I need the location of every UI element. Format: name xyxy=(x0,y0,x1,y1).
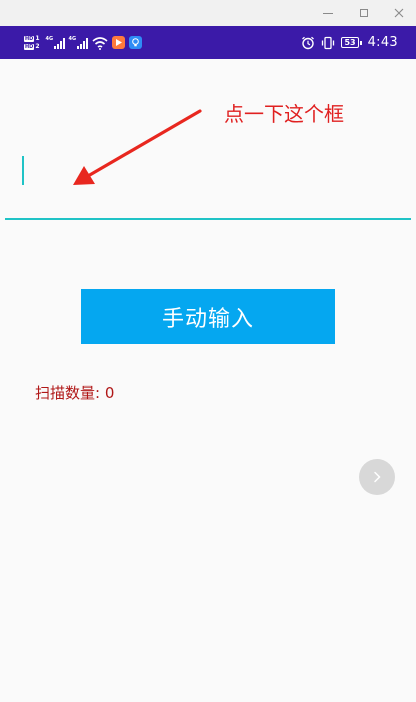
sim-number: 1 xyxy=(35,35,40,42)
network-type-label: 4G xyxy=(68,35,77,42)
window-maximize-button[interactable] xyxy=(346,0,382,26)
status-bar: HD 1 HD 2 4G 4G 53 4:43 xyxy=(0,26,416,59)
play-icon xyxy=(115,39,122,46)
bulb-icon xyxy=(131,38,139,47)
network-type-label: 4G xyxy=(45,35,54,42)
signal-icon: 4G xyxy=(68,35,88,49)
battery-level: 53 xyxy=(341,37,359,48)
signal-icon: 4G xyxy=(45,35,65,49)
manual-input-button[interactable]: 手动输入 xyxy=(81,289,335,344)
status-time: 4:43 xyxy=(367,35,398,50)
annotation-label: 点一下这个框 xyxy=(224,102,344,126)
battery-indicator: 53 xyxy=(341,37,362,48)
scan-count-label: 扫描数量: xyxy=(35,384,101,402)
status-bar-right: 53 4:43 xyxy=(301,26,398,59)
battery-tip xyxy=(359,40,362,45)
status-bar-left: HD 1 HD 2 4G 4G xyxy=(24,26,142,59)
minimize-icon xyxy=(323,12,333,14)
scan-count: 扫描数量: 0 xyxy=(35,382,114,403)
app-notification-icon xyxy=(128,36,142,49)
window-titlebar xyxy=(0,0,416,26)
next-button[interactable] xyxy=(359,459,395,495)
hd-label: HD xyxy=(24,43,35,50)
hd-indicator: HD 1 HD 2 xyxy=(24,35,40,50)
close-icon xyxy=(394,8,404,18)
scan-input-field[interactable] xyxy=(5,140,411,220)
maximize-icon xyxy=(360,9,368,17)
hd-label: HD xyxy=(24,35,35,42)
app-notification-icon xyxy=(111,36,125,49)
window-close-button[interactable] xyxy=(381,0,416,26)
window-minimize-button[interactable] xyxy=(310,0,346,26)
wifi-icon xyxy=(92,36,108,50)
alarm-icon xyxy=(302,36,315,49)
vibrate-icon xyxy=(322,36,335,49)
sim-number: 2 xyxy=(35,43,40,50)
text-cursor xyxy=(22,156,24,185)
chevron-right-icon xyxy=(374,471,381,483)
scan-count-value: 0 xyxy=(104,384,115,402)
